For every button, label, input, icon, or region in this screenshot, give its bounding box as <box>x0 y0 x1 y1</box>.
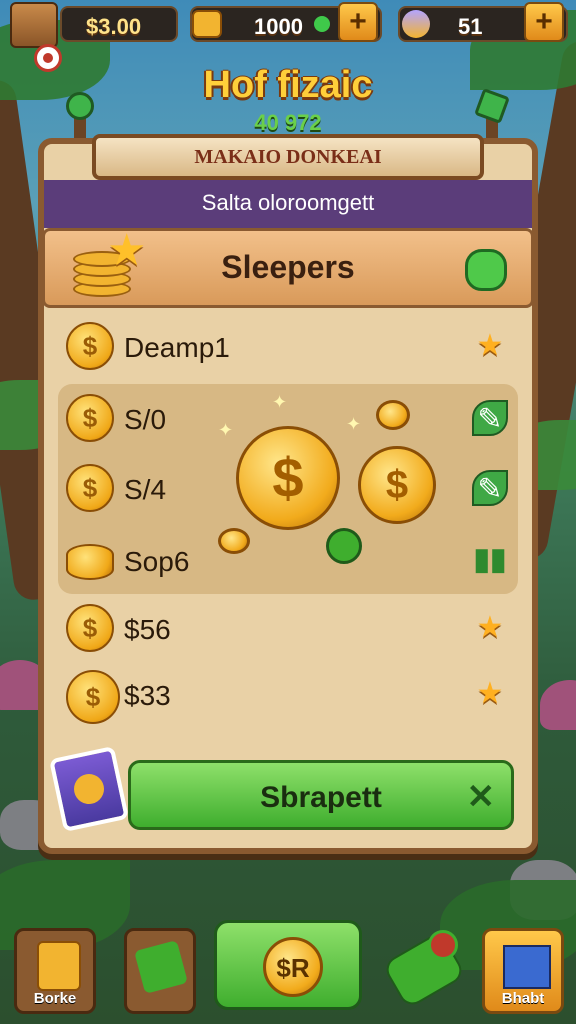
pot-icon <box>192 10 222 38</box>
nav-main-button[interactable]: $R <box>214 920 362 1010</box>
star-icon: ★ <box>476 329 504 362</box>
potion-icon <box>402 10 430 38</box>
star-icon: ★ <box>476 611 504 644</box>
nav-cards-button[interactable] <box>124 928 196 1014</box>
coin-icon: $ <box>66 394 114 442</box>
small-coin-icon <box>376 400 410 430</box>
leaf-icon: ✎ <box>472 470 508 506</box>
cards-icon <box>134 940 188 994</box>
list-item-label: S/4 <box>124 474 167 505</box>
list-item-label: S/0 <box>124 404 167 435</box>
list-item[interactable]: Sop6 ▮▮ <box>62 532 522 592</box>
bars-icon: ▮▮ <box>473 543 507 576</box>
panel-banner: MAKAIO DONKEAI <box>92 134 484 180</box>
coin-icon: $R <box>263 937 323 997</box>
green-coin-icon <box>326 528 362 564</box>
nav-shop-button[interactable]: Borke <box>14 928 96 1014</box>
list-item[interactable]: $ $56 ★ <box>62 600 522 660</box>
coin-icon <box>66 544 114 580</box>
purchase-button-label: Sbrapett <box>260 781 382 814</box>
small-coin-icon <box>218 528 250 554</box>
chest-icon[interactable] <box>10 2 58 48</box>
add-coins-button[interactable]: + <box>338 2 378 42</box>
list-item[interactable]: $ $33 ★ <box>62 666 522 726</box>
list-item[interactable]: $ Deamp1 ★ <box>62 318 522 378</box>
list-item-label: $56 <box>124 614 171 645</box>
currency-gems-value: 51 <box>458 14 483 39</box>
coin-icon: $ <box>66 464 114 512</box>
coin-stack-icon: $ <box>358 446 436 524</box>
coin-icon: $ <box>66 604 114 652</box>
list-item-label: $33 <box>124 680 171 711</box>
currency-coins-value: 1000 <box>254 14 303 39</box>
sparkle-icon: ✦ <box>218 420 234 440</box>
section-title: Sleepers <box>221 249 355 285</box>
nav-shop-label: Borke <box>33 990 77 1007</box>
close-icon[interactable]: ✕ <box>467 777 496 817</box>
list-item-label: Deamp1 <box>124 332 230 363</box>
coin-icon: $ <box>66 670 120 724</box>
list-item-label: Sop6 <box>124 546 190 577</box>
section-header: ★ Sleepers <box>42 226 534 308</box>
sparkle-icon: ✦ <box>272 392 288 412</box>
nav-box-button[interactable]: Bhabt <box>482 928 564 1014</box>
nav-tools-button[interactable] <box>376 928 467 1014</box>
add-gems-button[interactable]: + <box>524 2 564 42</box>
gear-icon <box>428 930 458 960</box>
purchase-button[interactable]: Sbrapett ✕ <box>128 760 514 830</box>
leaf-icon: ✎ <box>472 400 508 436</box>
sparkle-icon: ✦ <box>346 414 362 434</box>
nav-box-label: Bhabt <box>501 990 545 1007</box>
gem-icon <box>314 16 330 32</box>
star-icon: ★ <box>476 677 504 710</box>
panel-tagline: Salta oloroomgett <box>44 180 532 228</box>
coin-stack-icon <box>37 941 81 991</box>
currency-cash-value: $3.00 <box>86 14 142 39</box>
clover-icon <box>465 249 507 291</box>
gem-ornament-left <box>66 92 94 120</box>
big-coin-icon: $ <box>236 426 340 530</box>
currency-bar-cash: $3.00 <box>60 6 178 42</box>
box-icon <box>503 945 551 989</box>
coin-icon: $ <box>66 322 114 370</box>
